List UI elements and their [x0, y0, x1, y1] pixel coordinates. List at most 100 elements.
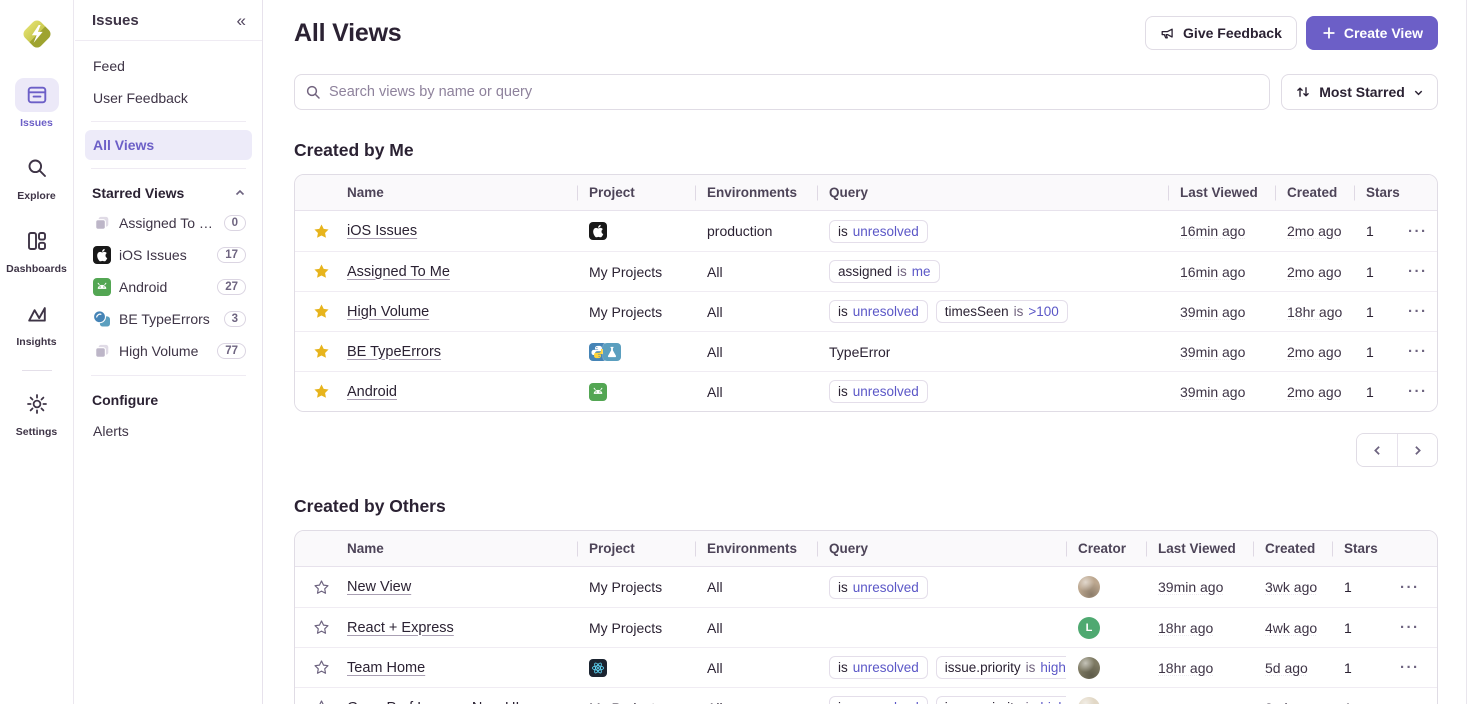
- collapse-sidebar-icon[interactable]: «: [235, 10, 248, 31]
- star-filled-icon[interactable]: [311, 381, 332, 402]
- rail-divider: [22, 370, 52, 371]
- star-outline-icon[interactable]: [311, 577, 332, 598]
- project-cell: [577, 383, 695, 401]
- project-icon-stack: [589, 383, 607, 401]
- name-cell: iOS Issues: [347, 223, 577, 239]
- sidebar-starred-item[interactable]: Assigned To Me0: [85, 207, 252, 239]
- row-actions-menu-button[interactable]: ···: [1404, 301, 1432, 322]
- menu-cell: ···: [1396, 577, 1437, 598]
- star-outline-icon[interactable]: [311, 617, 332, 638]
- column-header-stars: Stars: [1354, 175, 1404, 210]
- stars-cell: 1: [1332, 660, 1396, 676]
- stars-cell: 1: [1332, 700, 1396, 704]
- view-name-link[interactable]: Team Home: [347, 660, 425, 676]
- menu-cell: ···: [1396, 657, 1437, 678]
- column-header-name: Name: [347, 531, 577, 566]
- last-viewed-cell: –: [1146, 700, 1253, 704]
- previous-page-button[interactable]: [1357, 434, 1397, 466]
- rail-item-settings[interactable]: Settings: [0, 387, 74, 438]
- row-actions-menu-button[interactable]: ···: [1404, 341, 1432, 362]
- created-by-me-table: NameProjectEnvironmentsQueryLast ViewedC…: [294, 174, 1438, 412]
- created-cell: 18hr ago: [1275, 304, 1354, 320]
- sidebar-starred-item[interactable]: iOS Issues17: [85, 239, 252, 271]
- rail-item-insights[interactable]: Insights: [0, 297, 74, 348]
- sort-dropdown[interactable]: Most Starred: [1281, 74, 1438, 110]
- row-actions-menu-button[interactable]: ···: [1396, 617, 1424, 638]
- table-row[interactable]: iOS Issuesproductionisunresolved16min ag…: [295, 211, 1437, 251]
- rail-item-issues[interactable]: Issues: [0, 78, 74, 129]
- query-token: unresolved: [853, 580, 919, 595]
- sidebar-item-all-views[interactable]: All Views: [85, 130, 252, 160]
- table-row[interactable]: High VolumeMy ProjectsAllisunresolvedtim…: [295, 291, 1437, 331]
- sidebar-item-alerts[interactable]: Alerts: [85, 416, 252, 446]
- sidebar-starred-item[interactable]: High Volume77: [85, 335, 252, 367]
- creator-avatar: [1078, 576, 1100, 598]
- sidebar-starred-item[interactable]: BE TypeErrors3: [85, 303, 252, 335]
- column-header-created: Created: [1253, 531, 1332, 566]
- table-row[interactable]: AndroidAllisunresolved39min ago2mo ago1·…: [295, 371, 1437, 411]
- create-view-button[interactable]: Create View: [1306, 16, 1438, 50]
- view-name-link[interactable]: New View: [347, 579, 411, 595]
- column-header-environments: Environments: [695, 175, 817, 210]
- apple-icon: [93, 246, 111, 264]
- view-name-link[interactable]: Assigned To Me: [347, 264, 450, 280]
- last-viewed-cell: 39min ago: [1168, 344, 1275, 360]
- rail-item-explore[interactable]: Explore: [0, 151, 74, 202]
- view-name-link[interactable]: Android: [347, 384, 397, 400]
- view-name-link[interactable]: iOS Issues: [347, 223, 417, 239]
- star-outline-icon[interactable]: [311, 657, 332, 678]
- chevron-right-icon: [1411, 444, 1424, 457]
- query-token: is: [838, 700, 848, 704]
- created-value: 2mo ago: [1287, 344, 1341, 360]
- query-chip: issue.priorityishigh: [936, 656, 1066, 679]
- plus-icon: [1321, 25, 1337, 41]
- created-value: 3wk ago: [1265, 579, 1317, 595]
- chevron-up-icon[interactable]: [234, 187, 246, 199]
- sidebar-item-user-feedback[interactable]: User Feedback: [85, 83, 252, 113]
- view-name-link[interactable]: High Volume: [347, 304, 429, 320]
- star-filled-icon[interactable]: [311, 221, 332, 242]
- row-actions-menu-button[interactable]: ···: [1396, 577, 1424, 598]
- rail-item-dashboards[interactable]: Dashboards: [0, 224, 74, 275]
- project-cell: [577, 222, 695, 240]
- table-row[interactable]: New ViewMy ProjectsAllisunresolved39min …: [295, 567, 1437, 607]
- menu-cell: ···: [1396, 697, 1437, 704]
- project-icon-stack: [589, 343, 621, 361]
- apple-project-icon: [589, 222, 607, 240]
- sidebar-item-feed[interactable]: Feed: [85, 51, 252, 81]
- menu-cell: ···: [1404, 221, 1437, 242]
- star-filled-icon[interactable]: [311, 261, 332, 282]
- next-page-button[interactable]: [1397, 434, 1437, 466]
- row-actions-menu-button[interactable]: ···: [1396, 657, 1424, 678]
- starred-views-header[interactable]: Starred Views: [75, 177, 262, 207]
- last-viewed-value: 39min ago: [1158, 579, 1223, 595]
- search-views-input[interactable]: [329, 84, 1259, 100]
- column-header-stars: Stars: [1332, 531, 1396, 566]
- row-actions-menu-button[interactable]: ···: [1404, 221, 1432, 242]
- project-cell: My Projects: [577, 304, 695, 320]
- star-filled-icon[interactable]: [311, 341, 332, 362]
- sort-arrows-icon: [1295, 84, 1311, 100]
- table-row[interactable]: React + ExpressMy ProjectsAllL18hr ago4w…: [295, 607, 1437, 647]
- give-feedback-button[interactable]: Give Feedback: [1145, 16, 1297, 50]
- last-viewed-cell: 16min ago: [1168, 223, 1275, 239]
- menu-cell: ···: [1404, 261, 1437, 282]
- row-actions-menu-button[interactable]: ···: [1404, 261, 1432, 282]
- view-name-link[interactable]: BE TypeErrors: [347, 344, 441, 360]
- name-cell: Android: [347, 384, 577, 400]
- row-actions-menu-button[interactable]: ···: [1396, 697, 1424, 704]
- view-name-link[interactable]: React + Express: [347, 620, 454, 636]
- row-actions-menu-button[interactable]: ···: [1404, 381, 1432, 402]
- query-token: is: [1014, 304, 1024, 319]
- table-row[interactable]: BE TypeErrorsAllTypeError39min ago2mo ag…: [295, 331, 1437, 371]
- star-filled-icon[interactable]: [311, 301, 332, 322]
- star-outline-icon[interactable]: [311, 697, 332, 704]
- view-name-link[interactable]: Gene Perf Issues - New UI: [347, 700, 519, 704]
- table-row[interactable]: Gene Perf Issues - New UIMy ProjectsAlli…: [295, 687, 1437, 704]
- table-row[interactable]: Assigned To MeMy ProjectsAllassignedisme…: [295, 251, 1437, 291]
- viewport-edge-line: [1466, 0, 1467, 704]
- sidebar-starred-item[interactable]: Android27: [85, 271, 252, 303]
- query-chip-list: TypeError: [829, 344, 890, 360]
- sentry-logo-icon[interactable]: [15, 12, 59, 56]
- table-row[interactable]: Team HomeAllisunresolvedissue.priorityis…: [295, 647, 1437, 687]
